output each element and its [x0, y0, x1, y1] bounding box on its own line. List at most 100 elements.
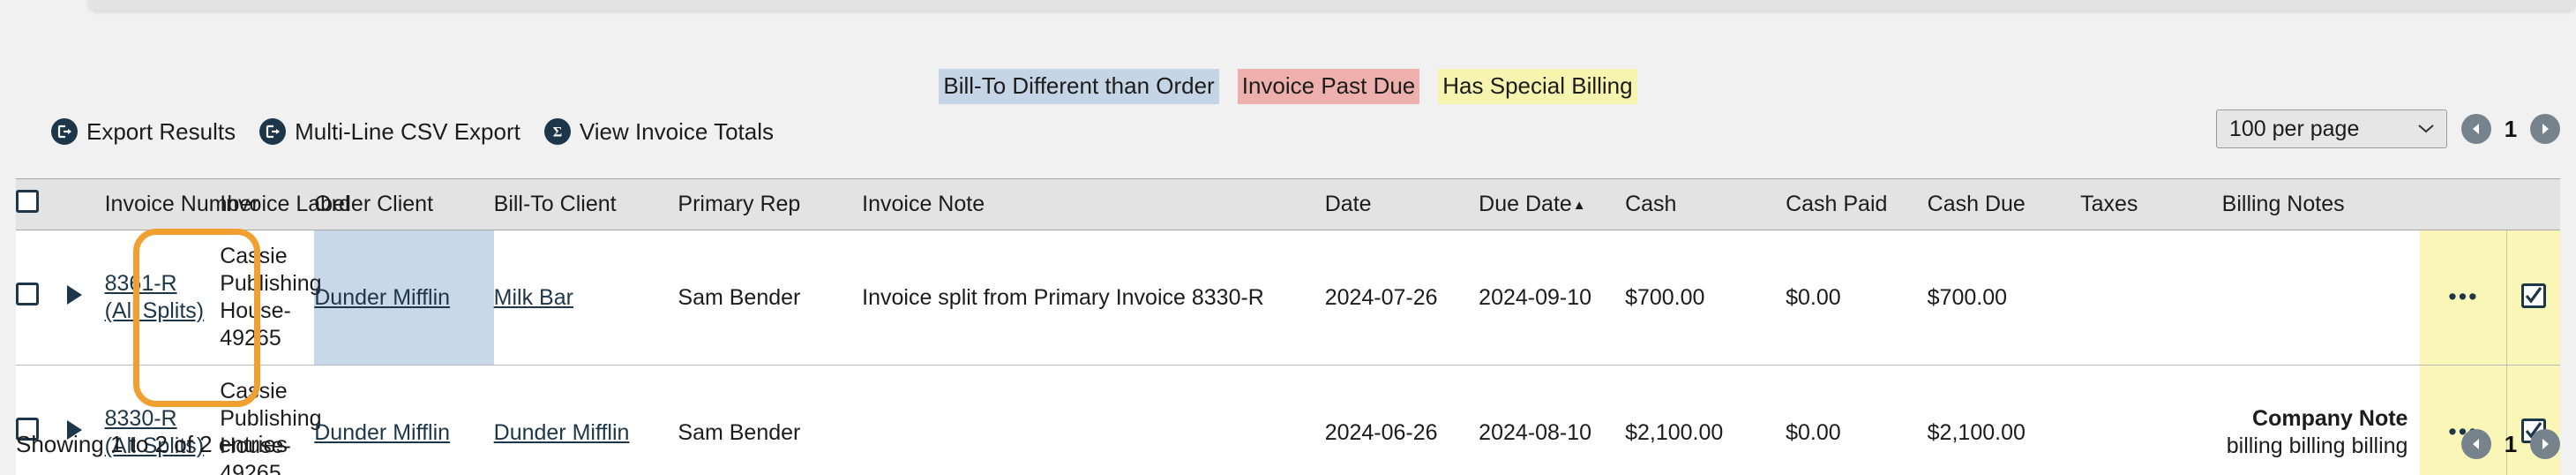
cell-cash-due: $700.00: [1927, 230, 2081, 366]
cell-order-client: Dunder Mifflin: [314, 230, 494, 366]
cell-date: 2024-07-26: [1324, 230, 1479, 366]
header-date[interactable]: Date: [1324, 178, 1479, 230]
status-legend: Bill-To Different than Order Invoice Pas…: [0, 69, 2576, 104]
header-due-date-label: Due Date: [1479, 192, 1572, 216]
sort-ascending-icon: ▲: [1572, 198, 1586, 213]
legend-bill-to-different: Bill-To Different than Order: [939, 69, 1219, 104]
cell-invoice-label: Cassie Publishing House-49265: [220, 230, 322, 366]
header-actions: [2420, 178, 2507, 230]
legend-has-special-billing: Has Special Billing: [1438, 69, 1637, 104]
cell-due-date: 2024-09-10: [1479, 230, 1626, 366]
multi-line-csv-export-label: Multi-Line CSV Export: [295, 118, 520, 145]
export-icon: [51, 118, 78, 145]
cell-cash-paid: $0.00: [1786, 365, 1928, 475]
bottom-pager: 1: [2461, 429, 2560, 459]
all-splits-link[interactable]: (All Splits): [105, 298, 205, 323]
cell-order-client: Dunder Mifflin: [314, 365, 494, 475]
cell-due-date: 2024-08-10: [1479, 365, 1626, 475]
select-all-header: [16, 178, 67, 230]
export-results-label: Export Results: [86, 118, 236, 145]
bill-to-client-link[interactable]: Dunder Mifflin: [494, 420, 630, 445]
cell-invoice-number: 8361-R (All Splits): [104, 230, 221, 366]
invoice-number-link[interactable]: 8361-R: [105, 271, 177, 296]
header-taxes[interactable]: Taxes: [2080, 178, 2222, 230]
header-invoice-note[interactable]: Invoice Note: [862, 178, 1325, 230]
cell-date: 2024-06-26: [1324, 365, 1479, 475]
header-cash[interactable]: Cash: [1625, 178, 1786, 230]
top-panel-edge: [88, 0, 2576, 11]
svg-text:Σ: Σ: [553, 125, 562, 140]
chevron-right-icon: [2542, 439, 2549, 449]
chevron-left-icon: [2473, 124, 2479, 134]
header-cash-due[interactable]: Cash Due: [1927, 178, 2081, 230]
row-checkbox-cell: [16, 365, 67, 475]
invoice-number-link[interactable]: 8330-R: [105, 406, 177, 431]
bill-to-client-link[interactable]: Milk Bar: [494, 285, 573, 310]
top-pagination-controls: 100 per page 1: [2216, 109, 2560, 148]
invoice-list-page: Bill-To Different than Order Invoice Pas…: [0, 0, 2576, 475]
prev-page-button[interactable]: [2461, 429, 2491, 459]
cell-cash: $700.00: [1625, 230, 1786, 366]
table-toolbar: Export Results Multi-Line CSV Export Σ V…: [51, 118, 774, 145]
table-header-row: Invoice Number Invoice Label Order Clien…: [16, 178, 2560, 230]
expand-row-icon[interactable]: [66, 284, 82, 305]
table-row: 8330-R (All Splits) Cassie Publishing Ho…: [16, 365, 2560, 475]
row-checkbox-cell: [16, 230, 67, 366]
billing-notes-title: Company Note: [2252, 406, 2408, 431]
select-all-checkbox[interactable]: [16, 190, 39, 213]
cell-invoice-note: Invoice split from Primary Invoice 8330-…: [862, 230, 1325, 366]
header-order-client[interactable]: Order Client: [314, 178, 494, 230]
cell-primary-rep: Sam Bender: [678, 365, 863, 475]
header-invoice-number[interactable]: Invoice Number: [104, 178, 259, 230]
header-cash-paid[interactable]: Cash Paid: [1786, 178, 1928, 230]
current-page-number: 1: [2504, 115, 2518, 142]
row-expand-cell: [66, 230, 105, 366]
export-icon: [259, 118, 287, 145]
cell-bill-to-client: Milk Bar: [493, 230, 678, 366]
ellipsis-icon[interactable]: •••: [2448, 283, 2478, 310]
next-page-button[interactable]: [2530, 114, 2560, 144]
entries-summary: Showing 1 to 2 of 2 entries: [16, 431, 288, 457]
view-invoice-totals-label: View Invoice Totals: [579, 118, 775, 145]
top-pager: 1: [2461, 114, 2560, 144]
header-row-select: [2506, 178, 2560, 230]
export-results-button[interactable]: Export Results: [51, 118, 236, 145]
header-due-date[interactable]: Due Date▲: [1479, 178, 1626, 230]
cell-row-select: [2506, 230, 2560, 366]
cell-invoice-number: 8330-R (All Splits): [104, 365, 221, 475]
cell-invoice-note: [862, 365, 1325, 475]
row-select-checkbox[interactable]: [16, 283, 39, 305]
billing-notes-body: billing billing billing: [2226, 434, 2408, 458]
header-billing-notes[interactable]: Billing Notes: [2221, 178, 2421, 230]
view-invoice-totals-button[interactable]: Σ View Invoice Totals: [543, 118, 775, 145]
row-selected-checkbox[interactable]: [2521, 283, 2547, 308]
cell-cash: $2,100.00: [1625, 365, 1786, 475]
cell-cash-paid: $0.00: [1786, 230, 1928, 366]
order-client-link[interactable]: Dunder Mifflin: [314, 420, 450, 445]
checkmark-icon: [2525, 286, 2542, 304]
cell-taxes: [2080, 230, 2222, 366]
header-invoice-label[interactable]: Invoice Label: [220, 178, 350, 230]
expand-header: [66, 178, 105, 230]
cell-billing-notes: Company Note billing billing billing: [2221, 365, 2421, 475]
header-primary-rep[interactable]: Primary Rep: [678, 178, 863, 230]
table-row: 8361-R (All Splits) Cassie Publishing Ho…: [16, 230, 2560, 366]
chevron-right-icon: [2542, 124, 2549, 134]
prev-page-button[interactable]: [2461, 114, 2491, 144]
row-expand-cell: [66, 365, 105, 475]
chevron-down-icon: [2418, 124, 2434, 133]
cell-bill-to-client: Dunder Mifflin: [493, 365, 678, 475]
order-client-link[interactable]: Dunder Mifflin: [314, 285, 450, 310]
page-size-select[interactable]: 100 per page: [2216, 109, 2447, 148]
multi-line-csv-export-button[interactable]: Multi-Line CSV Export: [259, 118, 520, 145]
header-bill-to-client[interactable]: Bill-To Client: [493, 178, 678, 230]
invoice-table: Invoice Number Invoice Label Order Clien…: [16, 178, 2560, 475]
cell-billing-notes: [2221, 230, 2421, 366]
cell-taxes: [2080, 365, 2222, 475]
next-page-button[interactable]: [2530, 429, 2560, 459]
cell-invoice-label: Cassie Publishing House-49265: [220, 365, 322, 475]
page-size-value: 100 per page: [2229, 116, 2360, 141]
cell-actions: •••: [2420, 230, 2508, 366]
cell-primary-rep: Sam Bender: [678, 230, 863, 366]
sigma-icon: Σ: [543, 118, 571, 145]
